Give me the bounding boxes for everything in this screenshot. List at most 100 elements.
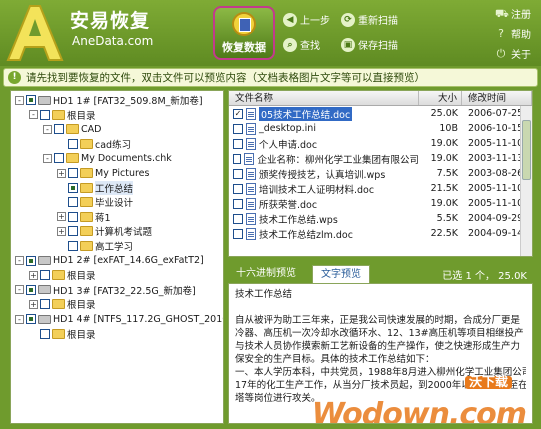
tree-checkbox[interactable]	[68, 211, 78, 222]
preview-line: 与技术人员协作摸索新工艺新设备的生产操作，使之快速形成生产力	[235, 341, 521, 352]
file-checkbox[interactable]	[233, 123, 243, 134]
tree-node[interactable]: - HD1 2# [exFAT_14.6G_exFatT2]	[15, 254, 204, 268]
tree-checkbox[interactable]	[40, 299, 50, 310]
preview-line: 技术工作总结	[235, 289, 293, 300]
tree-node[interactable]: + 根目录	[29, 297, 96, 311]
register-link[interactable]: ⛟ 注册	[495, 6, 531, 21]
collapse-icon[interactable]: -	[43, 153, 52, 163]
collapse-icon[interactable]: -	[15, 95, 24, 105]
preview-line: 保安全的生产目标。具体的技术工作总结如下：	[235, 354, 435, 365]
tree-node[interactable]: - CAD	[43, 122, 101, 136]
file-checkbox[interactable]	[233, 183, 243, 194]
collapse-icon[interactable]: -	[15, 314, 24, 324]
file-name: 技术工作总结.wps	[259, 214, 338, 226]
tree-node[interactable]: 根目录	[29, 327, 96, 341]
column-size[interactable]: 大小	[419, 91, 462, 105]
tab-hex-preview[interactable]: 十六进制预览	[228, 265, 304, 283]
help-link[interactable]: ? 帮助	[495, 26, 531, 41]
file-row[interactable]: 技术工作总结.wps 5.5K 2004-09-29	[229, 211, 532, 226]
file-checkbox[interactable]	[233, 153, 242, 164]
file-row[interactable]: _desktop.ini 10B 2006-10-15	[229, 121, 532, 136]
file-checkbox[interactable]	[233, 168, 243, 179]
expand-icon[interactable]: +	[57, 226, 66, 236]
tree-node[interactable]: + My Pictures	[57, 166, 149, 180]
scrollbar-thumb[interactable]	[522, 120, 531, 180]
tree-node[interactable]: + 蒋1	[57, 210, 111, 224]
tree-node-label: 根目录	[67, 110, 96, 122]
tree-checkbox[interactable]	[68, 226, 78, 237]
tree-node-label: 根目录	[67, 329, 96, 341]
file-checkbox[interactable]	[233, 138, 243, 149]
collapse-icon[interactable]: -	[43, 124, 52, 134]
tree-node[interactable]: 工作总结	[57, 180, 134, 195]
column-modified[interactable]: 修改时间	[462, 91, 532, 105]
tree-node[interactable]: cad练习	[57, 137, 131, 151]
tree-checkbox[interactable]	[68, 197, 78, 208]
tree-checkbox[interactable]	[68, 241, 78, 251]
file-checkbox[interactable]	[233, 228, 243, 239]
recover-data-button[interactable]: 恢复数据	[213, 6, 275, 60]
tree-checkbox[interactable]	[68, 138, 78, 149]
tab-text-preview[interactable]: 文字预览	[312, 265, 370, 283]
save-scan-button[interactable]: ▣ 保存扫描	[341, 37, 398, 52]
expand-icon[interactable]: +	[29, 270, 38, 280]
collapse-icon[interactable]: -	[29, 110, 38, 120]
tree-checkbox[interactable]	[26, 284, 36, 295]
tree-checkbox[interactable]	[40, 109, 50, 120]
tree-checkbox[interactable]	[26, 255, 36, 266]
tree-node[interactable]: - HD1 1# [FAT32_509.8M_新加卷]	[15, 93, 203, 107]
tree-checkbox[interactable]	[68, 168, 78, 178]
drive-icon	[38, 95, 51, 105]
tree-node[interactable]: + 根目录	[29, 268, 96, 282]
column-name[interactable]: 文件名称	[229, 91, 419, 105]
tree-checkbox[interactable]	[26, 314, 36, 324]
document-icon	[246, 137, 256, 150]
tree-node[interactable]: - 根目录	[29, 108, 96, 122]
document-icon	[246, 167, 256, 180]
file-row[interactable]: ✓ 05技术工作总结.doc 25.0K 2006-07-25	[229, 106, 532, 121]
tree-checkbox[interactable]	[54, 153, 64, 164]
back-button[interactable]: ◀ 上一步	[283, 12, 330, 27]
tree-node[interactable]: 高工学习	[57, 239, 133, 253]
collapse-icon[interactable]: -	[15, 285, 24, 295]
file-list-scrollbar[interactable]	[520, 106, 532, 256]
text-preview: 技术工作总结 自从被评为助工三年来，正是我公司快速发展的时期，合成分厂更是 冷器、…	[228, 283, 533, 424]
expand-icon[interactable]: +	[29, 299, 38, 309]
tree-checkbox[interactable]	[40, 328, 50, 339]
file-row[interactable]: 所获荣誉.doc 19.0K 2005-11-10	[229, 196, 532, 211]
expand-icon[interactable]: +	[57, 212, 66, 222]
find-button[interactable]: ⌕ 查找	[283, 37, 320, 52]
back-label: 上一步	[300, 16, 330, 27]
file-row[interactable]: 企业名称：柳州化学工业集团有限公司 19.0K 2003-11-13	[229, 151, 532, 166]
file-name: 颁奖传授技艺，认真培训.wps	[259, 169, 386, 181]
file-size: 10B	[439, 123, 458, 134]
about-link[interactable]: ⏻ 关于	[495, 46, 531, 61]
tree-checkbox[interactable]	[26, 95, 36, 105]
tree-node[interactable]: - HD1 4# [NTFS_117.2G_GHOST_2010-09-03]	[15, 312, 223, 326]
tree-node[interactable]: - HD1 3# [FAT32_22.5G_新加卷]	[15, 283, 196, 297]
tree-checkbox[interactable]	[54, 124, 64, 135]
tree-node[interactable]: + 计算机考试题	[57, 224, 152, 238]
file-checkbox[interactable]	[233, 198, 243, 209]
recover-data-label: 恢复数据	[222, 41, 266, 54]
folder-tree[interactable]: - HD1 1# [FAT32_509.8M_新加卷] - 根目录 - CAD cad练习 -…	[10, 90, 224, 424]
tree-node-label: 毕业设计	[95, 198, 134, 210]
tree-node[interactable]: 毕业设计	[57, 195, 133, 209]
expand-icon[interactable]: +	[57, 168, 66, 178]
tree-checkbox[interactable]	[40, 270, 50, 281]
file-row[interactable]: 颁奖传授技艺，认真培训.wps 7.5K 2003-08-26	[229, 166, 532, 181]
app-name: 安易恢复	[70, 10, 151, 32]
file-checkbox[interactable]	[233, 213, 243, 224]
file-row[interactable]: 培训技术工人证明材料.doc 21.5K 2005-11-10	[229, 181, 532, 196]
file-name: 技术工作总结zlm.doc	[259, 229, 353, 241]
rescan-button[interactable]: ⟳ 重新扫描	[341, 12, 398, 27]
file-checkbox[interactable]: ✓	[233, 108, 243, 119]
file-size: 19.0K	[430, 198, 458, 209]
collapse-icon[interactable]: -	[15, 256, 24, 266]
tree-node[interactable]: - My Documents.chk	[43, 151, 172, 165]
tree-checkbox[interactable]	[68, 182, 78, 193]
save-icon: ▣	[341, 37, 355, 52]
tree-node-label: My Documents.chk	[81, 152, 172, 164]
file-row[interactable]: 个人申请.doc 19.0K 2005-11-10	[229, 136, 532, 151]
file-row[interactable]: 技术工作总结zlm.doc 22.5K 2004-09-14	[229, 226, 532, 241]
